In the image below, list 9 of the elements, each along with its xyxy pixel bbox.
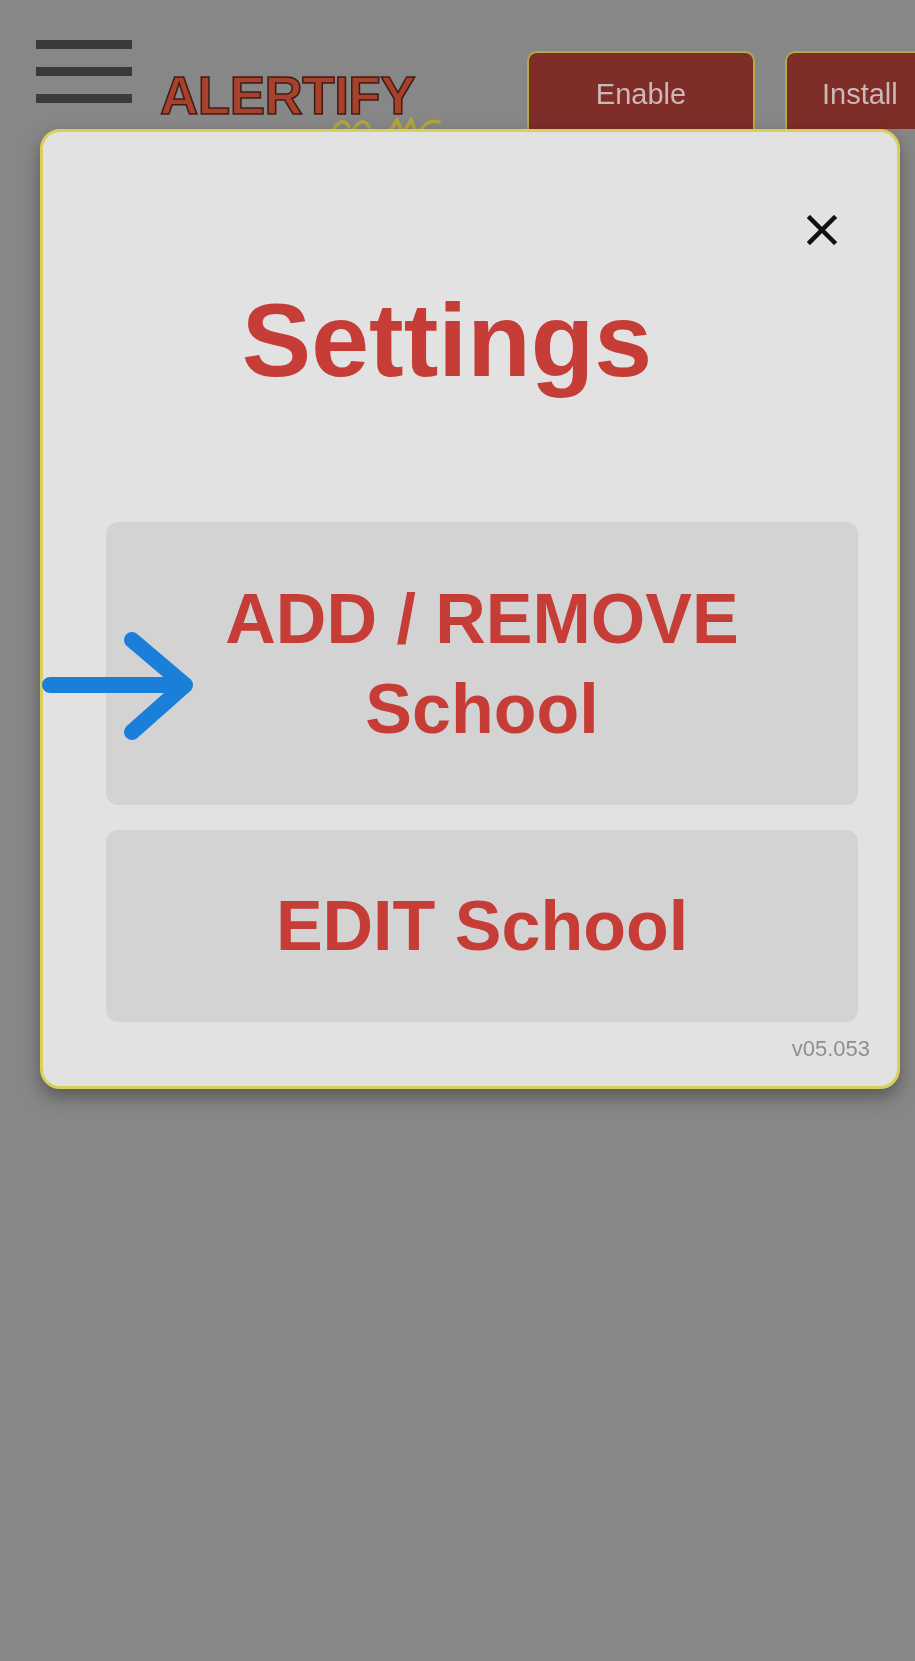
close-icon[interactable] — [807, 215, 837, 245]
logo-text: ALERTIFY — [160, 69, 416, 122]
dialog-title: Settings — [240, 281, 654, 400]
version-text: v05.053 — [791, 1036, 870, 1062]
settings-option-button[interactable]: ADD / REMOVE School — [106, 522, 858, 805]
header-button[interactable]: Enable — [527, 51, 755, 129]
menu-icon[interactable] — [36, 40, 132, 103]
settings-option-button[interactable]: EDIT School — [106, 830, 858, 1022]
header-button[interactable]: Install — [785, 51, 915, 129]
